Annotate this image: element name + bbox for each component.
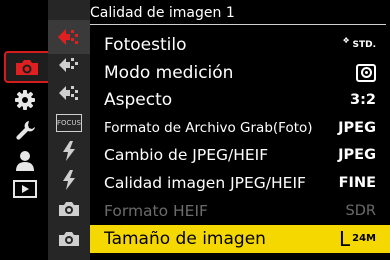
menu-screen: FOCUS Calidad de imagen 1 Fotoestilo ❖ S… <box>0 0 390 260</box>
menu-item-label: Aspecto <box>104 89 173 110</box>
camera-icon <box>58 199 80 219</box>
title-divider <box>90 24 386 25</box>
menu-item-label: Formato HEIF <box>104 201 208 220</box>
menu-panel: Calidad de imagen 1 Fotoestilo STD. Modo… <box>90 0 390 260</box>
quality-arrow-icon <box>57 84 81 102</box>
camera-icon <box>14 57 40 77</box>
tab-flash-2[interactable] <box>52 167 86 193</box>
menu-item-modo-medicion[interactable]: Modo medición <box>90 59 390 86</box>
menu-item-value: FINE <box>338 174 376 191</box>
menu-item-label: Tamaño de imagen <box>104 229 266 249</box>
person-icon <box>14 150 36 172</box>
camera-icon <box>58 229 80 249</box>
category-settings[interactable] <box>7 87 43 113</box>
tab-cam-2[interactable] <box>52 226 86 252</box>
tab-1[interactable] <box>48 20 90 54</box>
menu-item-value: 3:2 <box>350 91 376 108</box>
tab-3[interactable] <box>52 80 86 106</box>
menu-title: Calidad de imagen 1 <box>90 5 235 21</box>
menu-item-value: L 24M <box>339 229 376 249</box>
category-playback[interactable] <box>7 176 43 202</box>
wrench-icon <box>14 119 36 141</box>
menu-item-value: STD. <box>343 36 376 50</box>
menu-item-calidad-imagen[interactable]: Calidad imagen JPEG/HEIF FINE <box>90 169 390 196</box>
quality-arrow-icon <box>57 56 81 74</box>
flash-icon <box>61 169 77 191</box>
menu-item-value <box>356 63 376 82</box>
category-camera[interactable] <box>4 51 48 83</box>
menu-item-aspecto[interactable]: Aspecto 3:2 <box>90 86 390 113</box>
gear-icon <box>14 89 36 111</box>
menu-item-label: Cambio de JPEG/HEIF <box>104 145 269 164</box>
tab-column: FOCUS <box>48 0 90 260</box>
tab-flash-1[interactable] <box>52 138 86 164</box>
menu-item-formato-archivo[interactable]: Formato de Archivo Grab(Foto) JPEG <box>90 114 390 141</box>
image-size-letter: L <box>338 227 351 251</box>
menu-item-label: Modo medición <box>104 62 234 83</box>
category-setup[interactable] <box>7 117 43 143</box>
tab-2[interactable] <box>52 52 86 78</box>
menu-item-label: Fotoestilo <box>104 34 187 55</box>
quality-arrow-icon <box>56 27 82 47</box>
menu-item-label: Calidad imagen JPEG/HEIF <box>104 173 306 192</box>
image-size-megapixels: 24M <box>352 233 376 244</box>
playback-icon <box>13 180 37 198</box>
metering-icon <box>356 63 376 82</box>
tab-cam-1[interactable] <box>52 196 86 222</box>
menu-item-value: JPEG <box>338 146 376 163</box>
menu-item-formato-heif: Formato HEIF SDR <box>90 197 390 224</box>
menu-item-value: JPEG <box>338 119 376 136</box>
tab-focus[interactable]: FOCUS <box>52 110 86 136</box>
menu-item-cambio-jpeg-heif[interactable]: Cambio de JPEG/HEIF JPEG <box>90 141 390 168</box>
flash-icon <box>61 140 77 162</box>
focus-icon: FOCUS <box>56 114 82 132</box>
menu-item-fotoestilo[interactable]: Fotoestilo STD. <box>90 31 390 58</box>
photo-style-std-icon: STD. <box>343 36 376 50</box>
menu-item-tamano-imagen[interactable]: Tamaño de imagen L 24M <box>90 225 390 253</box>
menu-item-value: SDR <box>345 202 376 219</box>
category-column <box>0 0 48 260</box>
menu-item-label: Formato de Archivo Grab(Foto) <box>104 119 313 136</box>
category-my-menu[interactable] <box>7 148 43 174</box>
